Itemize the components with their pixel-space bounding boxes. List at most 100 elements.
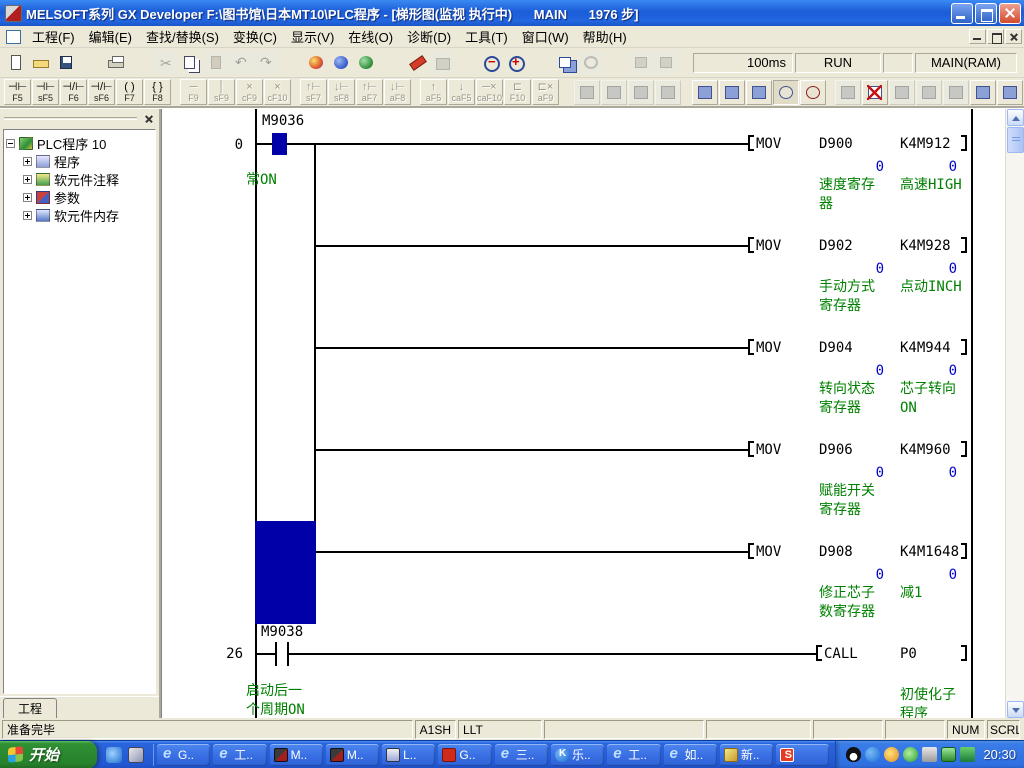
taskbar-button[interactable]: G.. — [157, 744, 210, 766]
msn-icon[interactable] — [884, 747, 899, 762]
separator[interactable] — [379, 51, 403, 74]
taskbar-button[interactable]: M.. — [270, 744, 323, 766]
taskbar-button[interactable]: 如.. — [664, 744, 717, 766]
new-icon[interactable] — [4, 51, 28, 74]
taskbar-button[interactable]: 乐.. — [551, 744, 604, 766]
start-button[interactable]: 开始 — [0, 741, 97, 768]
instruction-destination[interactable]: K4M1648 — [900, 544, 959, 560]
redo-icon[interactable] — [254, 51, 278, 74]
stop-monitor-icon[interactable] — [862, 80, 888, 105]
project-tab[interactable]: 工程 — [3, 698, 57, 718]
ladder-symbol-button[interactable]: ─× caF10 — [476, 79, 503, 105]
menu-item[interactable]: 编辑(E) — [82, 25, 139, 48]
ladder-symbol-button[interactable]: ↑⊢ aF7 — [356, 79, 383, 105]
collapse-icon[interactable] — [6, 139, 15, 148]
monitor-write-icon[interactable] — [800, 80, 826, 105]
instruction-destination[interactable]: P0 — [900, 646, 917, 662]
cascade-icon[interactable] — [554, 51, 578, 74]
ie-quicklaunch-icon[interactable] — [106, 747, 122, 763]
taskbar-button[interactable]: 工.. — [607, 744, 660, 766]
ladder-symbol-button[interactable]: ( ) F7 — [116, 79, 143, 105]
ladder-symbol-button[interactable]: ↑ aF5 — [420, 79, 447, 105]
menu-item[interactable]: 变换(C) — [226, 25, 284, 48]
ladder-symbol-button[interactable]: × cF10 — [264, 79, 291, 105]
ladder-symbol-button[interactable]: ⊣/⊢ F6 — [60, 79, 87, 105]
mdi-restore-button[interactable] — [987, 29, 1004, 44]
paste-icon[interactable] — [204, 51, 228, 74]
scroll-up-icon[interactable] — [1007, 109, 1024, 126]
open-icon[interactable] — [29, 51, 53, 74]
ladder-symbol-button[interactable]: ⊣/⊢ sF6 — [88, 79, 115, 105]
kugou-tray-icon[interactable] — [865, 747, 880, 762]
close-button[interactable] — [999, 3, 1021, 24]
instruction-destination[interactable]: K4M928 — [900, 238, 951, 254]
vertical-scrollbar[interactable] — [1005, 109, 1024, 718]
mdi-minimize-button[interactable] — [969, 29, 986, 44]
taskbar-button[interactable]: 三.. — [495, 744, 548, 766]
panel-close-icon[interactable] — [141, 112, 157, 126]
netcard-icon[interactable] — [941, 747, 956, 762]
find-device-icon[interactable] — [329, 51, 353, 74]
instruction-source[interactable]: D906 — [819, 442, 853, 458]
panel-grip[interactable] — [0, 109, 159, 128]
undo-icon[interactable] — [229, 51, 253, 74]
cut-icon[interactable] — [154, 51, 178, 74]
status-latch-icon[interactable] — [943, 80, 969, 105]
instruction-list-view-icon[interactable] — [719, 80, 745, 105]
ladder-symbol-button[interactable]: ↓⊢ sF8 — [328, 79, 355, 105]
ladder-symbol-button[interactable]: ─ F9 — [180, 79, 207, 105]
expand-icon[interactable] — [23, 211, 32, 220]
options-icon[interactable] — [579, 51, 603, 74]
partial-execution-icon[interactable] — [601, 80, 627, 105]
instruction-destination[interactable]: K4M912 — [900, 136, 951, 152]
taskbar-button[interactable]: M.. — [326, 744, 379, 766]
read-mode-icon[interactable] — [429, 51, 453, 74]
zoom-out-icon[interactable] — [479, 51, 503, 74]
separator[interactable] — [279, 51, 303, 74]
tree-root-item[interactable]: PLC程序 10 — [6, 134, 153, 152]
ladder-symbol-button[interactable]: ⊣⊢ F5 — [4, 79, 31, 105]
tree-item[interactable]: 软元件内存 — [6, 206, 153, 224]
separator[interactable] — [79, 51, 103, 74]
ladder-symbol-button[interactable]: ⊏ F10 — [504, 79, 531, 105]
menu-item[interactable]: 窗口(W) — [515, 25, 576, 48]
device-batch-monitor-icon[interactable] — [746, 80, 772, 105]
menu-item[interactable]: 工程(F) — [25, 25, 82, 48]
mdi-child-icon[interactable] — [6, 30, 21, 44]
qq-icon[interactable] — [846, 747, 861, 762]
menu-item[interactable]: 诊断(D) — [400, 25, 458, 48]
instruction-source[interactable]: D902 — [819, 238, 853, 254]
instruction-opcode[interactable]: CALL — [824, 646, 858, 662]
instruction-destination[interactable]: K4M960 — [900, 442, 951, 458]
sampling-trace-icon[interactable] — [916, 80, 942, 105]
scroll-down-icon[interactable] — [1007, 701, 1024, 718]
menu-item[interactable]: 在线(O) — [341, 25, 400, 48]
ladder-symbol-button[interactable]: ↓⊢ aF8 — [384, 79, 411, 105]
ladder-symbol-button[interactable]: { } F8 — [144, 79, 171, 105]
find-string-icon[interactable] — [354, 51, 378, 74]
taskbar-button[interactable]: 新.. — [720, 744, 773, 766]
instruction-opcode[interactable]: MOV — [756, 340, 781, 356]
taskbar-button[interactable]: 工.. — [213, 744, 266, 766]
ladder-symbol-button[interactable]: ↑⊢ sF7 — [300, 79, 327, 105]
menu-item[interactable]: 显示(V) — [284, 25, 341, 48]
show-desktop-icon[interactable] — [128, 747, 144, 763]
network-monitor-icon[interactable] — [835, 80, 861, 105]
instruction-opcode[interactable]: MOV — [756, 238, 781, 254]
separator[interactable] — [454, 51, 478, 74]
volume-icon[interactable] — [922, 747, 937, 762]
separator[interactable] — [604, 51, 628, 74]
green-dot-icon[interactable] — [903, 747, 918, 762]
ladder-symbol-button[interactable]: ↓ caF5 — [448, 79, 475, 105]
find-all-icon[interactable] — [304, 51, 328, 74]
macro1-icon[interactable] — [629, 51, 653, 74]
ladder-symbol-button[interactable]: × cF9 — [236, 79, 263, 105]
instruction-destination[interactable]: K4M944 — [900, 340, 951, 356]
write-mode-icon[interactable] — [404, 51, 428, 74]
program-list-icon[interactable] — [628, 80, 654, 105]
expand-icon[interactable] — [23, 157, 32, 166]
ladder-editor[interactable]: 0 M9036 常ON 26 M9038 启动后一个周期ON MOV D900 … — [161, 109, 1005, 718]
menu-item[interactable]: 工具(T) — [458, 25, 515, 48]
zoom-in-icon[interactable] — [504, 51, 528, 74]
step-execution-icon[interactable] — [574, 80, 600, 105]
